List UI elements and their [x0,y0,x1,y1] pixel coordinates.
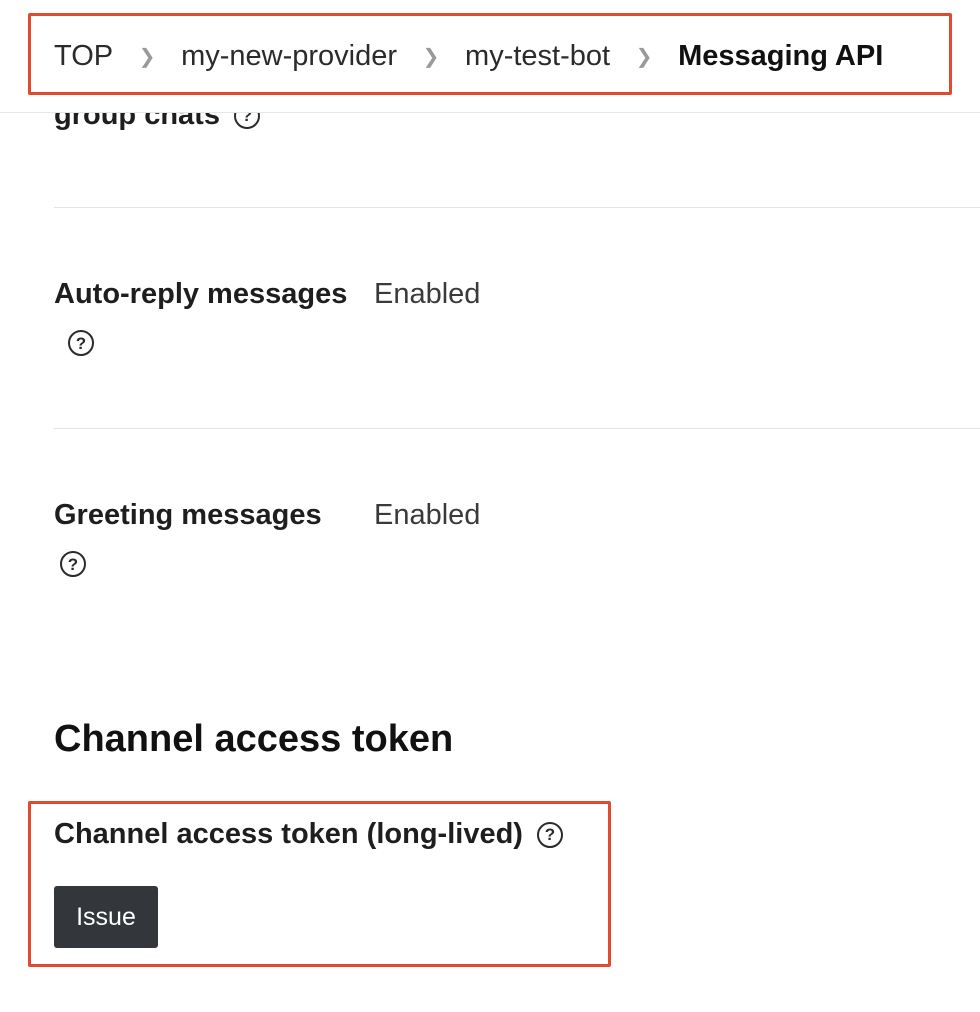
issue-token-button[interactable]: Issue [54,886,158,948]
greeting-label: Greeting messages? [54,491,354,587]
auto-reply-label-text: Auto-reply messages [54,278,348,310]
breadcrumb-item-current: Messaging API [678,39,884,72]
help-icon[interactable]: ? [68,330,94,357]
chevron-right-icon: ❯ [138,45,156,68]
help-icon[interactable]: ? [60,551,86,578]
auto-reply-value: Enabled [374,278,481,310]
long-lived-token-label: Channel access token (long-lived) ? [54,818,563,851]
channel-access-token-heading: Channel access token [54,718,454,760]
messaging-api-settings-page: group chats ? TOP ❯ my-new-provider ❯ my… [0,0,980,1012]
row-divider [54,428,980,429]
breadcrumb-item-top[interactable]: TOP [54,40,113,73]
greeting-value: Enabled [374,499,481,531]
chevron-right-icon: ❯ [635,45,653,68]
breadcrumb-item-provider[interactable]: my-new-provider [181,40,397,73]
greeting-label-text: Greeting messages [54,499,322,531]
breadcrumb-bar: TOP ❯ my-new-provider ❯ my-test-bot ❯ Me… [0,0,980,113]
auto-reply-label: Auto-reply messages? [54,270,354,366]
breadcrumb-item-channel[interactable]: my-test-bot [465,40,610,73]
chevron-right-icon: ❯ [422,45,440,68]
row-divider [54,207,980,208]
long-lived-token-label-text: Channel access token (long-lived) [54,818,523,850]
breadcrumb: TOP ❯ my-new-provider ❯ my-test-bot ❯ Me… [54,34,883,78]
help-icon[interactable]: ? [536,821,563,848]
